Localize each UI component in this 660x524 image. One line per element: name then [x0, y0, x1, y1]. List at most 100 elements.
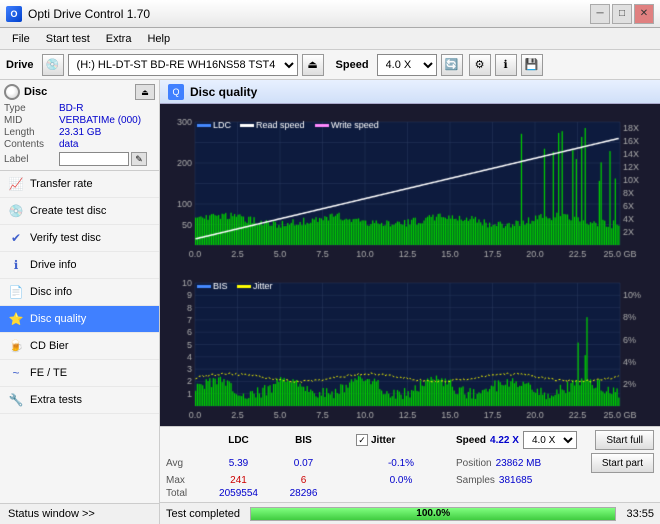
sidebar-item-drive-info[interactable]: ℹ Drive info — [0, 252, 159, 279]
disc-quality-title: Disc quality — [190, 85, 257, 99]
drive-icon-btn[interactable]: 💿 — [42, 54, 64, 76]
sidebar-item-fe-te[interactable]: ~ FE / TE — [0, 360, 159, 387]
extra-tests-icon: 🔧 — [8, 392, 24, 408]
disc-panel: Disc ⏏ Type BD-R MID VERBATIMe (000) Len… — [0, 80, 159, 171]
max-bis: 6 — [271, 475, 336, 486]
sidebar-label-create-test-disc: Create test disc — [30, 205, 106, 217]
label-input[interactable] — [59, 152, 129, 166]
menu-help[interactable]: Help — [139, 31, 178, 47]
sidebar-item-disc-info[interactable]: 📄 Disc info — [0, 279, 159, 306]
type-val: BD-R — [59, 103, 155, 114]
position-label: Position — [456, 458, 492, 469]
avg-jitter: -0.1% — [356, 458, 446, 469]
start-part-button[interactable]: Start part — [591, 453, 654, 473]
drive-select[interactable]: (H:) HL-DT-ST BD-RE WH16NS58 TST4 — [68, 54, 298, 76]
app-title: Opti Drive Control 1.70 — [28, 7, 150, 21]
drive-toolbar: Drive 💿 (H:) HL-DT-ST BD-RE WH16NS58 TST… — [0, 50, 660, 80]
sidebar-item-extra-tests[interactable]: 🔧 Extra tests — [0, 387, 159, 414]
transfer-rate-icon: 📈 — [8, 176, 24, 192]
minimize-button[interactable]: ─ — [590, 4, 610, 24]
menu-start-test[interactable]: Start test — [38, 31, 98, 47]
sidebar-item-create-test-disc[interactable]: 💿 Create test disc — [0, 198, 159, 225]
sidebar-label-fe-te: FE / TE — [30, 367, 67, 379]
drive-info-icon: ℹ — [8, 257, 24, 273]
mid-val: VERBATIMe (000) — [59, 115, 155, 126]
main-content: Q Disc quality LDC BIS ✓ Jitter Speed 4.… — [160, 80, 660, 524]
progress-bar: 100.0% — [250, 507, 616, 521]
save-btn[interactable]: 💾 — [521, 54, 543, 76]
length-val: 23.31 GB — [59, 127, 155, 138]
info-btn[interactable]: ℹ — [495, 54, 517, 76]
disc-eject-button[interactable]: ⏏ — [135, 84, 155, 100]
ldc-chart — [160, 104, 660, 265]
sidebar-label-transfer-rate: Transfer rate — [30, 178, 93, 190]
fe-te-icon: ~ — [8, 365, 24, 381]
sidebar: Disc ⏏ Type BD-R MID VERBATIMe (000) Len… — [0, 80, 160, 524]
contents-key: Contents — [4, 139, 59, 150]
sidebar-item-cd-bier[interactable]: 🍺 CD Bier — [0, 333, 159, 360]
speed-select[interactable]: 4.0 X — [377, 54, 437, 76]
avg-ldc: 5.39 — [206, 458, 271, 469]
disc-info-icon: 📄 — [8, 284, 24, 300]
stats-bar: LDC BIS ✓ Jitter Speed 4.22 X 4.0 X Star… — [160, 426, 660, 502]
menu-file[interactable]: File — [4, 31, 38, 47]
drive-label: Drive — [6, 59, 34, 71]
type-key: Type — [4, 103, 59, 114]
disc-info-table: Type BD-R MID VERBATIMe (000) Length 23.… — [4, 103, 155, 166]
charts-area — [160, 104, 660, 426]
contents-val: data — [59, 139, 155, 150]
start-full-button[interactable]: Start full — [595, 430, 654, 450]
samples-val: 381685 — [499, 475, 532, 486]
sidebar-label-drive-info: Drive info — [30, 259, 76, 271]
jitter-checkbox[interactable]: ✓ — [356, 434, 368, 446]
maximize-button[interactable]: □ — [612, 4, 632, 24]
bottom-bar: Test completed 100.0% 33:55 — [160, 502, 660, 524]
menu-extra[interactable]: Extra — [98, 31, 140, 47]
sidebar-item-transfer-rate[interactable]: 📈 Transfer rate — [0, 171, 159, 198]
position-val: 23862 MB — [496, 458, 542, 469]
avg-bis: 0.07 — [271, 458, 336, 469]
samples-label: Samples — [456, 475, 495, 486]
disc-panel-title: Disc — [24, 86, 47, 98]
speed-dropdown[interactable]: 4.0 X — [523, 431, 577, 449]
close-button[interactable]: ✕ — [634, 4, 654, 24]
time-display: 33:55 — [626, 508, 654, 520]
max-label: Max — [166, 475, 206, 486]
nav-items: 📈 Transfer rate 💿 Create test disc ✔ Ver… — [0, 171, 159, 503]
label-key: Label — [4, 154, 59, 165]
max-jitter: 0.0% — [356, 475, 446, 486]
disc-quality-icon: ⭐ — [8, 311, 24, 327]
length-key: Length — [4, 127, 59, 138]
eject-btn[interactable]: ⏏ — [302, 54, 324, 76]
cd-bier-icon: 🍺 — [8, 338, 24, 354]
sidebar-label-disc-info: Disc info — [30, 286, 72, 298]
speed-value: 4.22 X — [490, 435, 519, 446]
disc-quality-header: Q Disc quality — [160, 80, 660, 104]
app-icon: O — [6, 6, 22, 22]
sidebar-item-verify-test-disc[interactable]: ✔ Verify test disc — [0, 225, 159, 252]
menu-bar: File Start test Extra Help — [0, 28, 660, 50]
sidebar-label-disc-quality: Disc quality — [30, 313, 86, 325]
sidebar-item-disc-quality[interactable]: ⭐ Disc quality — [0, 306, 159, 333]
sidebar-status[interactable]: Status window >> — [0, 503, 159, 524]
settings-btn[interactable]: ⚙ — [469, 54, 491, 76]
total-ldc: 2059554 — [206, 488, 271, 499]
bis-header: BIS — [271, 435, 336, 446]
create-test-disc-icon: 💿 — [8, 203, 24, 219]
disc-quality-header-icon: Q — [168, 84, 184, 100]
bis-chart — [160, 265, 660, 426]
verify-test-disc-icon: ✔ — [8, 230, 24, 246]
refresh-btn[interactable]: 🔄 — [441, 54, 463, 76]
progress-text: 100.0% — [251, 508, 615, 520]
sidebar-status-label: Status window >> — [8, 508, 95, 520]
speed-header: Speed — [456, 435, 486, 446]
jitter-label: Jitter — [371, 435, 395, 446]
sidebar-label-extra-tests: Extra tests — [30, 394, 82, 406]
sidebar-label-verify-test-disc: Verify test disc — [30, 232, 101, 244]
disc-icon — [4, 84, 20, 100]
speed-label: Speed — [336, 59, 369, 71]
label-edit-button[interactable]: ✎ — [131, 152, 147, 166]
max-ldc: 241 — [206, 475, 271, 486]
total-bis: 28296 — [271, 488, 336, 499]
main-layout: Disc ⏏ Type BD-R MID VERBATIMe (000) Len… — [0, 80, 660, 524]
